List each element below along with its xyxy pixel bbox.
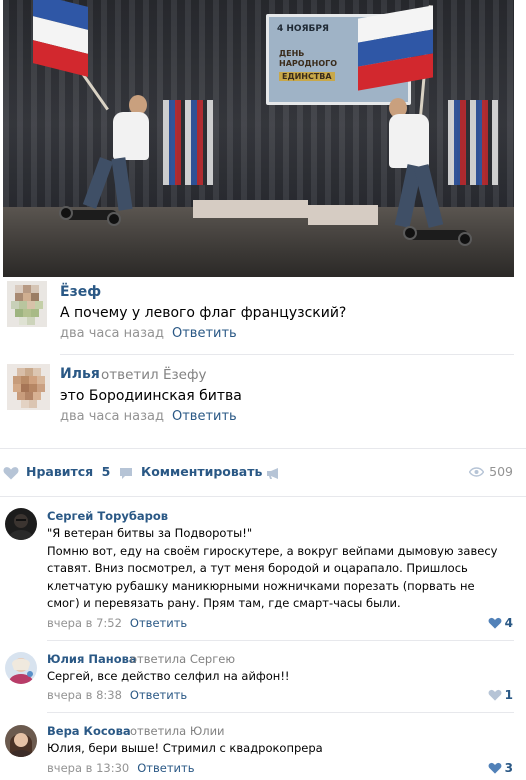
comment-meta: вчера в 7:52 Ответить <box>47 616 187 630</box>
like-count: 5 <box>101 464 111 479</box>
post-photo[interactable]: 4 НОЯБРЯ ДЕНЬ НАРОДНОГО ЕДИНСТВА <box>3 0 514 277</box>
heart-icon <box>488 689 502 701</box>
avatar[interactable] <box>5 508 37 540</box>
comment-like-button[interactable]: 1 <box>488 688 513 702</box>
comment-time[interactable]: два часа назад <box>60 326 164 341</box>
russian-flag-icon <box>358 5 433 91</box>
comment-button[interactable]: Комментировать <box>141 464 262 479</box>
comment-text: Юлия, бери выше! Стримил с квадрокопрера <box>47 741 323 755</box>
comment-time[interactable]: вчера в 7:52 <box>47 616 122 630</box>
stage-bench <box>193 200 308 218</box>
avatar[interactable] <box>5 725 37 757</box>
post-actions: Нравится 5 Комментировать 509 <box>0 460 526 486</box>
comment-author[interactable]: Илья <box>60 366 100 382</box>
comment-meta: вчера в 8:38 Ответить <box>47 688 187 702</box>
heart-icon <box>3 466 19 483</box>
comment-author[interactable]: Сергей Торубаров <box>47 509 168 523</box>
reply-button[interactable]: Ответить <box>130 688 187 702</box>
screen-line: ЕДИНСТВА <box>279 72 335 81</box>
comment-meta: два часа назад Ответить <box>60 409 237 424</box>
like-count: 1 <box>504 688 513 702</box>
comment-meta: вчера в 13:30 Ответить <box>47 761 195 775</box>
views-count: 509 <box>489 464 513 479</box>
divider <box>47 640 514 641</box>
avatar[interactable] <box>5 652 37 684</box>
comment-line: клетчатую рубашку маникюрными ножничками… <box>47 578 475 593</box>
divider <box>60 354 514 355</box>
comment-line: смог) и перевязать рану. Прям там, где с… <box>47 596 401 610</box>
reply-button[interactable]: Ответить <box>172 409 237 424</box>
avatar[interactable] <box>7 364 50 410</box>
like-count: 4 <box>504 616 513 630</box>
screen-line: НАРОДНОГО <box>279 59 338 68</box>
like-count: 3 <box>504 761 513 775</box>
french-flag-icon <box>33 0 88 77</box>
comment-text: это Бородиинская битва <box>60 388 242 404</box>
reply-to-link[interactable]: ответила Юлии <box>130 724 225 738</box>
reply-button[interactable]: Ответить <box>130 616 187 630</box>
comment-like-button[interactable]: 3 <box>488 761 513 775</box>
heart-icon <box>488 617 502 629</box>
comment-like-button[interactable]: 4 <box>488 616 513 630</box>
divider <box>47 712 514 713</box>
like-label: Нравится <box>26 464 94 479</box>
stage-flags-left <box>163 100 213 185</box>
comment-time[interactable]: вчера в 8:38 <box>47 688 122 702</box>
comment-time[interactable]: вчера в 13:30 <box>47 761 129 775</box>
comment-line: "Я ветеран битвы за Подвороты!" <box>47 526 253 540</box>
eye-icon <box>468 467 485 477</box>
comment-author[interactable]: Вера Косова <box>47 724 131 738</box>
comment-author[interactable]: Юлия Панова <box>47 652 137 666</box>
comment-author[interactable]: Ёзеф <box>60 284 101 300</box>
screen-date: 4 НОЯБРЯ <box>277 24 329 34</box>
screen-line: ДЕНЬ <box>279 49 305 58</box>
stage-flags-right <box>448 100 498 185</box>
like-button[interactable]: Нравится 5 <box>26 464 110 479</box>
reply-to-link[interactable]: ответила Сергею <box>130 652 235 666</box>
views-counter: 509 <box>468 464 513 479</box>
divider <box>0 448 526 449</box>
reply-to-link[interactable]: ответил Ёзефу <box>101 367 207 383</box>
comment-line: Помню вот, еду на своём гироскутере, а в… <box>47 543 498 558</box>
comment-line: ставят. Вниз посмотрел, а тут меня бород… <box>47 561 468 575</box>
reply-button[interactable]: Ответить <box>137 761 194 775</box>
comment-meta: два часа назад Ответить <box>60 326 237 341</box>
stage-bench <box>308 205 378 225</box>
share-icon[interactable] <box>266 467 282 483</box>
comment-text: Сергей, все действо селфил на айфон!! <box>47 669 290 683</box>
comment-icon <box>119 467 133 483</box>
comment-text: А почему у левого флаг французский? <box>60 305 347 321</box>
divider <box>0 496 526 497</box>
reply-button[interactable]: Ответить <box>172 326 237 341</box>
heart-icon <box>488 762 502 774</box>
comment-time[interactable]: два часа назад <box>60 409 164 424</box>
avatar[interactable] <box>7 281 47 327</box>
comment-text: "Я ветеран битвы за Подвороты!" Помню во… <box>47 525 517 613</box>
